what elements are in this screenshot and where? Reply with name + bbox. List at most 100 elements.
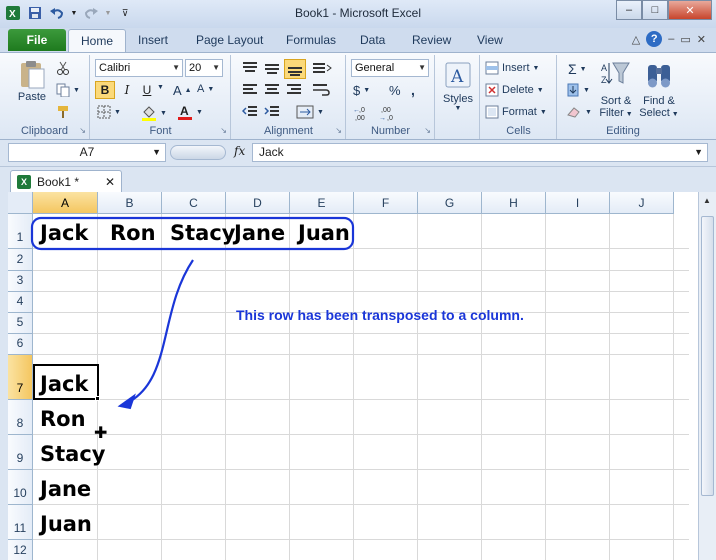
borders-icon[interactable]: ▼ (97, 105, 121, 119)
clear-icon[interactable]: ▼ (566, 105, 592, 119)
insert-function-button[interactable]: fx (234, 144, 245, 158)
select-all-corner[interactable] (8, 192, 33, 214)
minimize-ribbon-icon[interactable]: △ (632, 33, 640, 46)
grow-font-icon[interactable]: A ▲ (173, 83, 192, 98)
column-header-f[interactable]: F (354, 192, 418, 214)
row-header-1[interactable]: 1 (8, 214, 33, 249)
row-header-12[interactable]: 12 (8, 540, 33, 560)
row-header-11[interactable]: 11 (8, 505, 33, 540)
workbook-minimize-button[interactable]: – (668, 33, 674, 45)
number-launcher-icon[interactable]: ↘ (424, 126, 431, 135)
formula-bar-splitter[interactable] (170, 145, 226, 160)
paste-button[interactable]: Paste (14, 59, 50, 103)
row-header-4[interactable]: 4 (8, 292, 33, 313)
tab-formulas[interactable]: Formulas (286, 33, 336, 47)
styles-button[interactable]: A Styles ▼ (440, 61, 476, 112)
row-header-5[interactable]: 5 (8, 313, 33, 334)
column-header-d[interactable]: D (226, 192, 290, 214)
insert-cells-button[interactable]: Insert ▼ (485, 61, 539, 75)
maximize-button[interactable]: □ (642, 0, 668, 20)
underline-button[interactable]: U (137, 81, 157, 99)
font-name-combo[interactable]: Calibri ▼ (95, 59, 183, 77)
cell-c1[interactable]: Stacy (166, 221, 235, 245)
fill-icon[interactable]: ▼ (566, 83, 590, 97)
column-header-c[interactable]: C (162, 192, 226, 214)
tab-review[interactable]: Review (412, 33, 451, 47)
column-header-b[interactable]: B (98, 192, 162, 214)
delete-cells-button[interactable]: Delete ▼ (485, 83, 544, 97)
fill-handle[interactable] (95, 396, 100, 401)
tab-home[interactable]: Home (68, 29, 127, 52)
number-format-combo[interactable]: General ▼ (351, 59, 429, 77)
worksheet-grid[interactable]: ABCDEFGHIJ 1 2 3 4 5 6 7 8 9 10 11 12 Jack Ron Stac… (0, 192, 716, 560)
decrease-decimal-icon[interactable]: ,00 → ,0 (379, 105, 399, 121)
align-top-icon[interactable] (242, 61, 258, 75)
column-header-i[interactable]: I (546, 192, 610, 214)
sort-filter-button[interactable]: AZ Sort & Filter ▼ (598, 59, 634, 121)
align-center-icon[interactable] (264, 83, 280, 97)
format-painter-icon[interactable] (56, 105, 70, 119)
font-launcher-icon[interactable]: ↘ (220, 126, 227, 135)
merge-center-icon[interactable]: ▼ (296, 105, 324, 119)
decrease-indent-icon[interactable] (242, 105, 258, 119)
minimize-button[interactable]: – (616, 0, 642, 20)
row-header-6[interactable]: 6 (8, 334, 33, 355)
cell-a10[interactable]: Jane (36, 477, 91, 501)
row-header-7[interactable]: 7 (8, 355, 33, 400)
underline-dropdown-icon[interactable]: ▼ (157, 84, 164, 91)
workbook-close-button[interactable]: ✕ (697, 33, 706, 46)
increase-decimal-icon[interactable]: ← ,0,00 (353, 105, 373, 121)
tab-data[interactable]: Data (360, 33, 385, 47)
tab-file[interactable]: File (8, 29, 66, 51)
row-header-10[interactable]: 10 (8, 470, 33, 505)
name-box-dropdown-icon[interactable]: ▼ (152, 144, 161, 161)
row-header-2[interactable]: 2 (8, 249, 33, 271)
tab-page-layout[interactable]: Page Layout (196, 33, 263, 47)
align-middle-icon[interactable] (264, 61, 280, 75)
cell-b1[interactable]: Ron (106, 221, 156, 245)
comma-button[interactable]: , (411, 82, 415, 98)
workbook-restore-button[interactable]: ▭ (680, 33, 690, 46)
workbook-tab-close-icon[interactable]: ✕ (105, 175, 115, 189)
wrap-text-icon[interactable] (312, 83, 332, 97)
vertical-scrollbar[interactable]: ▲ (698, 192, 716, 560)
align-left-icon[interactable] (242, 83, 258, 97)
currency-icon[interactable]: $ ▼ (353, 83, 370, 98)
cell-a1[interactable]: Jack (36, 221, 88, 245)
scroll-up-icon[interactable]: ▲ (703, 196, 711, 205)
workbook-tab[interactable]: X Book1 * ✕ (10, 170, 122, 193)
autosum-icon[interactable]: Σ ▼ (568, 61, 587, 77)
copy-icon[interactable]: ▼ (56, 83, 80, 97)
fill-color-icon[interactable]: ▼ (141, 105, 167, 121)
bold-button[interactable]: B (95, 81, 115, 99)
row-header-9[interactable]: 9 (8, 435, 33, 470)
formula-input[interactable]: Jack ▼ (252, 143, 708, 162)
font-size-combo[interactable]: 20 ▼ (185, 59, 223, 77)
column-header-j[interactable]: J (610, 192, 674, 214)
column-header-h[interactable]: H (482, 192, 546, 214)
font-color-icon[interactable]: A ▼ (177, 104, 203, 120)
align-bottom-icon[interactable] (284, 59, 306, 79)
increase-indent-icon[interactable] (264, 105, 280, 119)
help-icon[interactable]: ? (646, 31, 663, 47)
expand-formula-bar-icon[interactable]: ▼ (694, 144, 703, 161)
format-cells-button[interactable]: Format ▼ (485, 105, 547, 119)
tab-view[interactable]: View (477, 33, 503, 47)
cell-e1[interactable]: Juan (294, 221, 350, 245)
column-header-g[interactable]: G (418, 192, 482, 214)
clipboard-launcher-icon[interactable]: ↘ (79, 126, 86, 135)
italic-button[interactable]: I (117, 81, 137, 99)
name-box[interactable]: A7 ▼ (8, 143, 166, 162)
orientation-icon[interactable] (312, 61, 332, 75)
tab-insert[interactable]: Insert (138, 33, 168, 47)
row-header-8[interactable]: 8 (8, 400, 33, 435)
cell-a9[interactable]: Stacy (36, 442, 105, 466)
scroll-thumb[interactable] (701, 216, 714, 496)
find-select-button[interactable]: Find & Select ▼ (638, 59, 680, 121)
close-button[interactable]: ✕ (668, 0, 712, 20)
cell-a11[interactable]: Juan (36, 512, 92, 536)
cut-icon[interactable] (56, 61, 70, 75)
row-header-3[interactable]: 3 (8, 271, 33, 292)
alignment-launcher-icon[interactable]: ↘ (335, 126, 342, 135)
shrink-font-icon[interactable]: A ▼ (197, 83, 214, 95)
